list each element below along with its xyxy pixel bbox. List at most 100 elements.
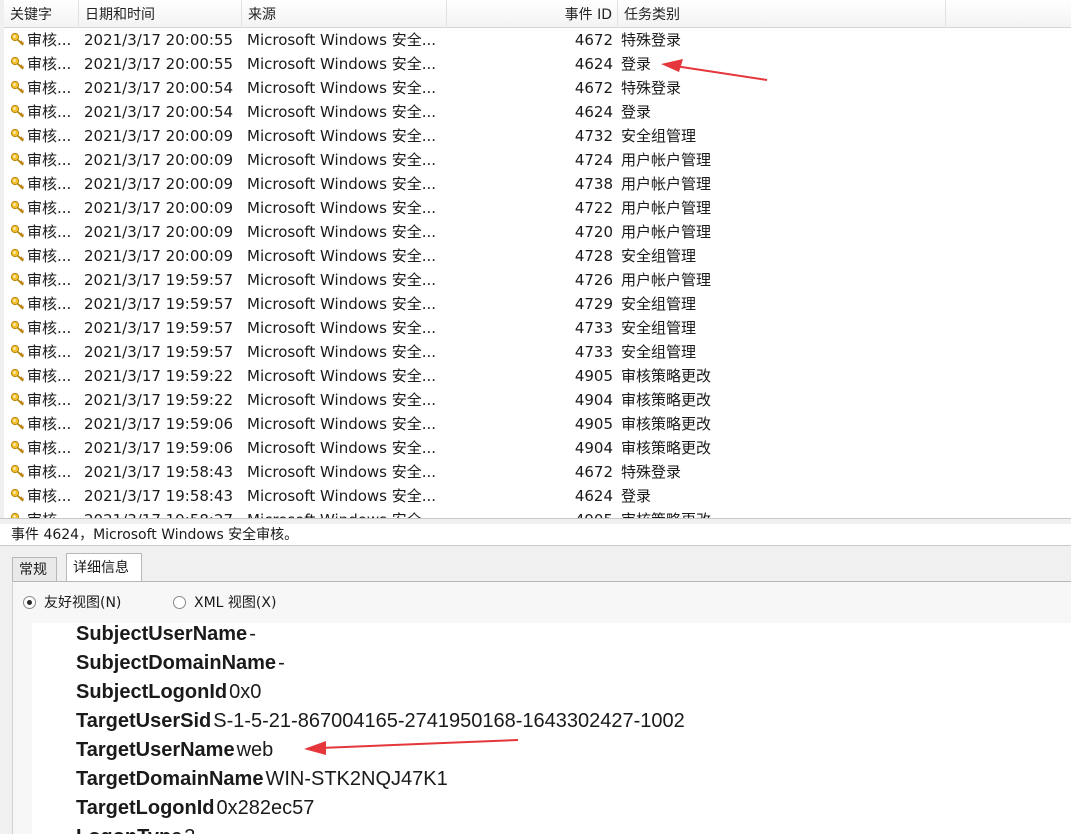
field-name: TargetLogonId <box>76 797 215 819</box>
event-row[interactable]: 审核... 2021/3/17 19:59:57 Microsoft Windows… <box>4 292 1071 316</box>
event-data-field: SubjectUserName - <box>76 623 256 648</box>
event-row[interactable]: 审核... 2021/3/17 20:00:09 Microsoft Windows… <box>4 196 1071 220</box>
event-data-field: TargetDomainName WIN-STK2NQJ47K1 <box>76 765 448 793</box>
event-datetime: 2021/3/17 19:59:57 <box>84 271 234 289</box>
event-id: 4732 <box>574 127 613 145</box>
column-header-datetime[interactable]: 日期和时间 <box>79 0 242 28</box>
field-value: - <box>249 623 256 645</box>
event-row[interactable]: 审核... 2021/3/17 20:00:09 Microsoft Windows… <box>4 244 1071 268</box>
event-row[interactable]: 审核... 2021/3/17 19:59:57 Microsoft Windows… <box>4 340 1071 364</box>
event-category: 特殊登录 <box>621 79 682 97</box>
event-source: Microsoft Windows 安全... <box>247 31 437 49</box>
event-keyword: 审核... <box>10 220 82 244</box>
event-row[interactable]: 审核... 2021/3/17 20:00:09 Microsoft Windows… <box>4 220 1071 244</box>
event-row[interactable]: 审核... 2021/3/17 19:59:06 Microsoft Windows… <box>4 412 1071 436</box>
event-source: Microsoft Windows 安全... <box>247 103 437 121</box>
event-keyword-text: 审核... <box>27 415 72 433</box>
event-id: 4728 <box>574 247 613 265</box>
event-row[interactable]: 审核... 2021/3/17 19:59:57 Microsoft Windows… <box>4 316 1071 340</box>
field-name: SubjectLogonId <box>76 681 228 703</box>
event-datetime: 2021/3/17 20:00:09 <box>84 127 234 145</box>
field-name: TargetUserSid <box>76 710 212 732</box>
key-icon <box>10 292 27 316</box>
event-id: 4726 <box>574 271 613 289</box>
event-category: 安全组管理 <box>621 247 697 265</box>
radio-xml-label: XML 视图(X) <box>194 595 277 611</box>
key-icon <box>10 172 27 196</box>
event-keyword: 审核... <box>10 148 82 172</box>
event-row[interactable]: 审核... 2021/3/17 19:59:22 Microsoft Windows… <box>4 388 1071 412</box>
event-data-field: SubjectLogonId 0x0 <box>76 678 261 706</box>
event-source: Microsoft Windows 安全... <box>247 151 437 169</box>
event-row[interactable]: 审核... 2021/3/17 20:00:54 Microsoft Windows… <box>4 76 1071 100</box>
event-category: 审核策略更改 <box>621 367 712 385</box>
event-id: 4905 <box>549 508 613 518</box>
field-value: S-1-5-21-867004165-2741950168-1643302427… <box>213 710 685 732</box>
field-value: - <box>278 652 285 674</box>
event-row[interactable]: 审核... 2021/3/17 19:58:27Microsoft Windows… <box>4 508 1071 518</box>
key-icon <box>10 484 27 508</box>
key-icon <box>10 364 27 388</box>
event-row[interactable]: 审核... 2021/3/17 19:59:22 Microsoft Windows… <box>4 364 1071 388</box>
event-datetime: 2021/3/17 20:00:54 <box>84 79 234 97</box>
event-row[interactable]: 审核... 2021/3/17 19:58:43 Microsoft Windows… <box>4 484 1071 508</box>
tab-general[interactable]: 常规 <box>12 557 57 581</box>
event-keyword-text: 审核... <box>27 175 72 193</box>
event-datetime: 2021/3/17 19:58:43 <box>84 487 234 505</box>
event-datetime: 2021/3/17 19:59:57 <box>84 295 234 313</box>
event-source: Microsoft Windows 安全... <box>247 127 437 145</box>
event-category: 安全组管理 <box>621 127 697 145</box>
event-category: 审核策略更改 <box>621 508 821 518</box>
event-source: Microsoft Windows 安全... <box>247 223 437 241</box>
event-keyword: 审核... <box>10 196 82 220</box>
event-keyword: 审核... <box>10 52 82 76</box>
event-keyword: 审核... <box>10 412 82 436</box>
event-row[interactable]: 审核... 2021/3/17 19:59:06 Microsoft Windows… <box>4 436 1071 460</box>
event-row[interactable]: 审核... 2021/3/17 20:00:55 Microsoft Windows… <box>4 52 1071 76</box>
event-keyword-text: 审核... <box>27 151 72 169</box>
radio-xml-view[interactable]: XML 视图(X) <box>173 592 276 612</box>
event-row[interactable]: 审核... 2021/3/17 20:00:09 Microsoft Windows… <box>4 148 1071 172</box>
radio-friendly-label: 友好视图(N) <box>44 595 122 611</box>
event-datetime: 2021/3/17 20:00:55 <box>84 55 234 73</box>
event-source: Microsoft Windows 安全... <box>247 367 437 385</box>
event-keyword-text: 审核... <box>27 127 72 145</box>
event-row[interactable]: 审核... 2021/3/17 20:00:54 Microsoft Windows… <box>4 100 1071 124</box>
column-header-keyword[interactable]: 关键字 <box>4 0 79 28</box>
event-source: Microsoft Windows 安全... <box>247 79 437 97</box>
key-icon <box>10 100 27 124</box>
event-category: 登录 <box>621 103 652 121</box>
event-source: Microsoft Windows 安全... <box>247 247 437 265</box>
event-id: 4722 <box>574 199 613 217</box>
event-keyword: 审核... <box>10 436 82 460</box>
column-header-source[interactable]: 来源 <box>242 0 447 28</box>
event-row[interactable]: 审核... 2021/3/17 19:59:57 Microsoft Windows… <box>4 268 1071 292</box>
event-category: 安全组管理 <box>621 343 697 361</box>
column-header-category[interactable]: 任务类别 <box>618 0 946 28</box>
column-header-event-id[interactable]: 事件 ID <box>447 0 618 28</box>
event-keyword: 审核... <box>10 340 82 364</box>
event-keyword-text: 审核... <box>27 247 72 265</box>
event-row[interactable]: 审核... 2021/3/17 19:58:43 Microsoft Windows… <box>4 460 1071 484</box>
field-name: SubjectDomainName <box>76 652 277 674</box>
radio-friendly-view[interactable]: 友好视图(N) <box>23 592 121 612</box>
key-icon <box>10 220 27 244</box>
event-keyword: 审核... <box>10 100 82 124</box>
event-row[interactable]: 审核... 2021/3/17 20:00:55 Microsoft Windows… <box>4 28 1071 52</box>
event-detail-title: 事件 4624，Microsoft Windows 安全审核。 <box>0 524 1071 546</box>
tab-details[interactable]: 详细信息 <box>66 553 142 581</box>
event-source: Microsoft Windows 安全... <box>247 175 437 193</box>
key-icon <box>10 340 27 364</box>
field-name: LogonType <box>76 826 182 834</box>
event-row[interactable]: 审核... 2021/3/17 20:00:09 Microsoft Windows… <box>4 172 1071 196</box>
radio-selected-icon <box>23 596 36 609</box>
event-source: Microsoft Windows 安全... <box>247 295 437 313</box>
key-icon <box>10 124 27 148</box>
event-rows: 审核... 2021/3/17 20:00:55 Microsoft Windows… <box>4 28 1071 518</box>
event-row[interactable]: 审核... 2021/3/17 20:00:09 Microsoft Windows… <box>4 124 1071 148</box>
event-keyword: 审核... <box>10 484 82 508</box>
event-datetime: 2021/3/17 20:00:09 <box>84 151 234 169</box>
key-icon <box>10 76 27 100</box>
event-datetime: 2021/3/17 19:59:57 <box>84 319 234 337</box>
event-datetime: 2021/3/17 19:59:57 <box>84 343 234 361</box>
